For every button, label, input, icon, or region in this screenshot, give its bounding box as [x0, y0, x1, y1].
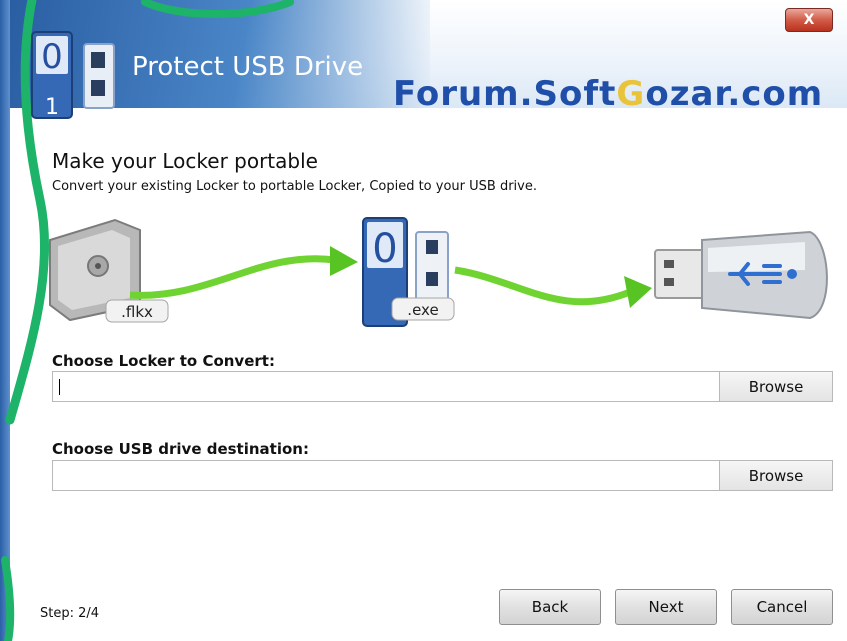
arrow-icon — [454, 266, 632, 306]
forum-watermark: Forum.SoftGozar.com — [393, 74, 824, 114]
back-button[interactable]: Back — [499, 589, 601, 625]
locker-path-field: Browse — [52, 371, 833, 402]
svg-text:1: 1 — [45, 95, 59, 120]
locker-app-icon: 0 1 — [31, 31, 115, 120]
browse-usb-button[interactable]: Browse — [719, 461, 832, 490]
step-indicator: Step: 2/4 — [40, 606, 100, 621]
browse-locker-button[interactable]: Browse — [719, 372, 832, 401]
protect-usb-dialog: X 0 1 Protect USB Drive Forum.SoftGozar.… — [0, 0, 847, 641]
cancel-button[interactable]: Cancel — [731, 589, 833, 625]
locker-field-label: Choose Locker to Convert: — [52, 352, 275, 370]
usb-field-label: Choose USB drive destination: — [52, 440, 309, 458]
source-ext-label: .flkx — [121, 303, 153, 321]
locker-path-input[interactable] — [53, 372, 725, 401]
usb-destination-field: Browse — [52, 460, 833, 491]
usb-drive-icon — [654, 230, 828, 320]
page-heading: Make your Locker portable — [52, 149, 318, 173]
close-icon: X — [803, 12, 815, 28]
usb-destination-input[interactable] — [53, 461, 725, 490]
conversion-illustration: .flkx 0 .exe — [49, 217, 828, 327]
svg-text:0: 0 — [372, 226, 397, 272]
svg-text:0: 0 — [41, 37, 63, 77]
text-caret — [59, 379, 60, 395]
close-button[interactable]: X — [785, 8, 833, 32]
target-ext-label: .exe — [407, 301, 438, 319]
window-border — [0, 0, 10, 641]
page-subheading: Convert your existing Locker to portable… — [52, 179, 537, 194]
arrow-icon — [129, 255, 336, 299]
window-title: Protect USB Drive — [132, 52, 364, 82]
next-button[interactable]: Next — [615, 589, 717, 625]
